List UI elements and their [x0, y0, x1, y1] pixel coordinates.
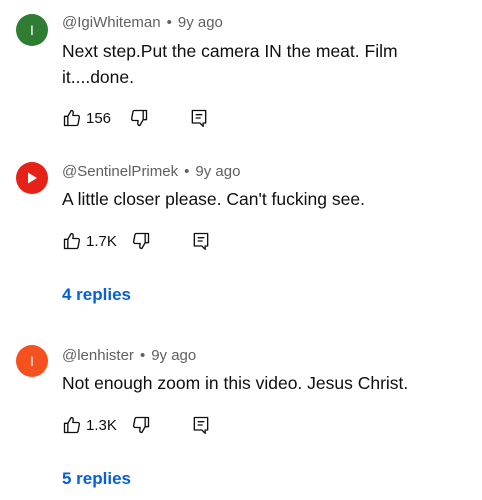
meta-separator: • [184, 163, 190, 180]
dislike-button[interactable] [131, 231, 151, 251]
avatar-letter: I [30, 353, 34, 369]
thumb-up-icon [63, 416, 81, 434]
reply-icon [193, 232, 209, 250]
like-button[interactable]: 156 [62, 108, 111, 128]
comment-meta: @IgiWhiteman • 9y ago [62, 14, 223, 31]
comment-time[interactable]: 9y ago [178, 14, 223, 31]
comment-actions: 156 [62, 106, 209, 130]
reply-button[interactable] [189, 108, 209, 128]
meta-separator: • [139, 347, 146, 364]
dislike-button[interactable] [129, 108, 149, 128]
comment-text: Next step.Put the camera IN the meat. Fi… [62, 41, 398, 87]
avatar-letter: I [30, 22, 34, 38]
comment-author[interactable]: @lenhister [62, 347, 134, 364]
like-count: 156 [86, 109, 112, 127]
like-button[interactable]: 1.7K [62, 231, 117, 251]
comment-meta: @lenhister • 9y ago [62, 347, 196, 364]
like-count: 1.7K [86, 232, 117, 250]
reply-button[interactable] [191, 415, 211, 435]
comment-text: Not enough zoom in this video. Jesus Chr… [62, 373, 409, 393]
comment-author[interactable]: @IgiWhiteman [62, 14, 161, 31]
comment-text: A little closer please. Can't fucking se… [62, 189, 365, 209]
comment-actions: 1.3K [62, 413, 211, 437]
thumb-down-icon [131, 109, 148, 127]
like-button[interactable]: 1.3K [62, 415, 117, 435]
comment-time[interactable]: 9y ago [151, 347, 196, 364]
view-replies-button[interactable]: 4 replies [62, 285, 131, 305]
avatar[interactable] [16, 162, 48, 194]
play-icon [28, 172, 37, 184]
thumb-down-icon [132, 232, 150, 250]
reply-icon [193, 416, 209, 434]
meta-separator: • [166, 14, 172, 31]
thumb-down-icon [132, 416, 150, 434]
avatar[interactable]: I [16, 14, 48, 46]
like-count: 1.3K [86, 416, 117, 434]
comment-author[interactable]: @SentinelPrimek [62, 163, 178, 180]
comment-time[interactable]: 9y ago [195, 163, 240, 180]
comment-meta: @SentinelPrimek • 9y ago [62, 163, 240, 180]
thumb-up-icon [63, 109, 81, 127]
reply-icon [191, 109, 207, 128]
dislike-button[interactable] [131, 415, 151, 435]
avatar[interactable]: I [16, 345, 48, 377]
thumb-up-icon [63, 232, 81, 250]
comment-actions: 1.7K [62, 229, 211, 253]
reply-button[interactable] [191, 231, 211, 251]
view-replies-button[interactable]: 5 replies [62, 469, 131, 489]
